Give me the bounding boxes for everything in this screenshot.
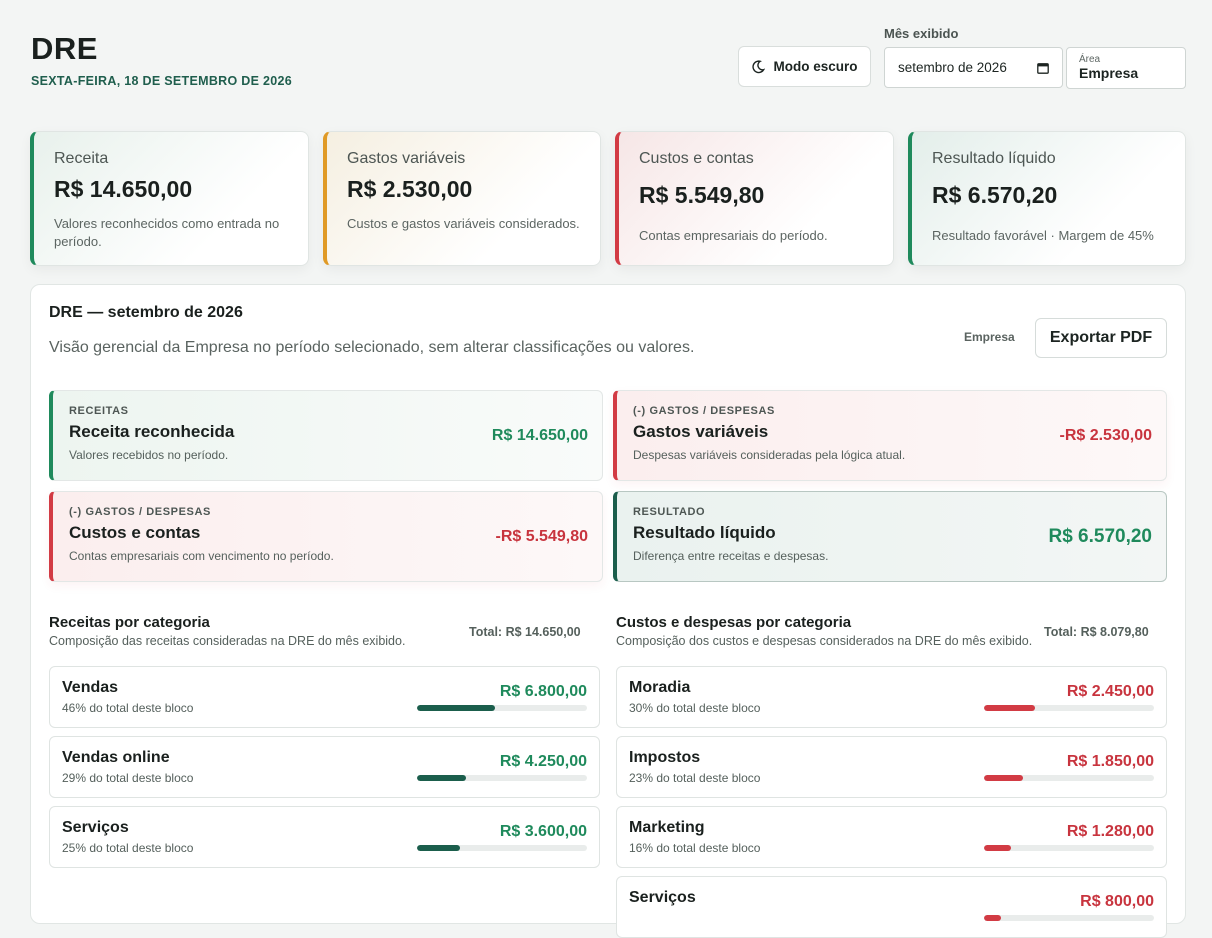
category-value: R$ 4.250,00	[499, 753, 587, 770]
month-label: Mês exibido	[884, 26, 959, 41]
category-progress	[984, 705, 1154, 711]
category-progress	[417, 775, 587, 781]
calendar-icon[interactable]	[1037, 62, 1049, 74]
moon-icon	[752, 59, 766, 73]
card-description: Resultado favorável · Margem de 45%	[932, 228, 1154, 243]
list-item: Vendas online 29% do total deste bloco R…	[49, 736, 600, 798]
card-amount: R$ 14.650,00	[54, 176, 193, 202]
category-name: Serviços	[629, 889, 696, 906]
revenue-block-total: Total: R$ 14.650,00	[469, 625, 581, 639]
area-label: Área	[1079, 54, 1101, 65]
export-pdf-button[interactable]: Exportar PDF	[1035, 318, 1167, 358]
card-description: Valores reconhecidos como entrada no per…	[54, 216, 280, 249]
dre-note: Contas empresariais com vencimento no pe…	[69, 549, 334, 563]
summary-card-net-result: Resultado líquido R$ 6.570,20 Resultado …	[908, 131, 1186, 266]
revenue-block-subtitle: Composição das receitas consideradas na …	[49, 634, 406, 648]
dre-value: R$ 6.570,20	[1048, 526, 1152, 547]
dre-note: Valores recebidos no período.	[69, 448, 229, 462]
card-name: Gastos variáveis	[347, 150, 466, 167]
area-value: Empresa	[1079, 65, 1139, 81]
summary-card-variable-costs: Gastos variáveis R$ 2.530,00 Custos e ga…	[323, 131, 601, 266]
card-name: Receita	[54, 150, 109, 167]
card-name: Custos e contas	[639, 150, 754, 167]
current-date: SEXTA-FEIRA, 18 DE SETEMBRO DE 2026	[31, 74, 293, 88]
card-amount: R$ 2.530,00	[347, 176, 473, 202]
dre-page: DRE SEXTA-FEIRA, 18 DE SETEMBRO DE 2026 …	[0, 0, 1212, 938]
revenue-block-title: Receitas por categoria	[49, 614, 210, 631]
month-input[interactable]: setembro de 2026	[884, 47, 1063, 88]
dre-line-variable-costs: (-) GASTOS / DESPESAS Gastos variáveis D…	[613, 390, 1167, 481]
panel-subtitle: Visão gerencial da Empresa no período se…	[49, 339, 695, 356]
summary-card-costs-bills: Custos e contas R$ 5.549,80 Contas empre…	[615, 131, 894, 266]
category-value: R$ 800,00	[1080, 893, 1154, 910]
list-item: Impostos 23% do total deste bloco R$ 1.8…	[616, 736, 1167, 798]
summary-card-revenue: Receita R$ 14.650,00 Valores reconhecido…	[30, 131, 309, 266]
list-item: Serviços 25% do total deste bloco R$ 3.6…	[49, 806, 600, 868]
dre-note: Despesas variáveis consideradas pela lóg…	[633, 448, 906, 462]
dre-panel: DRE — setembro de 2026 Visão gerencial d…	[30, 284, 1186, 938]
panel-area: Empresa	[964, 330, 1015, 344]
expense-block-total: Total: R$ 8.079,80	[1044, 625, 1149, 639]
category-progress	[417, 705, 587, 711]
card-description: Contas empresariais do período.	[639, 228, 828, 243]
expense-block-title: Custos e despesas por categoria	[616, 614, 852, 631]
card-amount: R$ 6.570,20	[932, 182, 1058, 208]
dre-value: R$ 14.650,00	[491, 427, 588, 444]
card-description: Custos e gastos variáveis considerados.	[347, 216, 580, 231]
panel-title: DRE — setembro de 2026	[49, 304, 243, 321]
month-value: setembro de 2026	[898, 60, 1007, 75]
dre-value: -R$ 2.530,00	[1059, 427, 1152, 444]
list-item: Marketing 16% do total deste bloco R$ 1.…	[616, 806, 1167, 868]
dre-note: Diferença entre receitas e despesas.	[633, 549, 829, 563]
category-value: R$ 2.450,00	[1066, 683, 1154, 700]
category-value: R$ 1.280,00	[1066, 823, 1154, 840]
page-title: DRE	[31, 31, 98, 66]
list-item: Serviços R$ 800,00	[616, 876, 1167, 938]
dre-line-revenue: RECEITAS Receita reconhecida Valores rec…	[49, 390, 603, 481]
category-progress	[984, 845, 1154, 851]
dre-tag: RESULTADO	[633, 506, 706, 518]
card-name: Resultado líquido	[932, 150, 1056, 167]
category-value: R$ 6.800,00	[499, 683, 587, 700]
category-progress	[984, 915, 1154, 921]
category-value: R$ 3.600,00	[499, 823, 587, 840]
dre-line-costs-bills: (-) GASTOS / DESPESAS Custos e contas Co…	[49, 491, 603, 582]
list-item: Moradia 30% do total deste bloco R$ 2.45…	[616, 666, 1167, 728]
area-select[interactable]: Área Empresa	[1066, 47, 1186, 89]
dark-mode-button[interactable]: Modo escuro	[738, 46, 871, 87]
dre-tag: (-) GASTOS / DESPESAS	[69, 506, 211, 518]
dre-line-net-result: RESULTADO Resultado líquido Diferença en…	[613, 491, 1167, 582]
dark-mode-label: Modo escuro	[773, 59, 858, 74]
dre-value: -R$ 5.549,80	[495, 528, 588, 545]
card-amount: R$ 5.549,80	[639, 182, 765, 208]
dre-tag: RECEITAS	[69, 405, 129, 417]
dre-tag: (-) GASTOS / DESPESAS	[633, 405, 775, 417]
category-value: R$ 1.850,00	[1066, 753, 1154, 770]
category-progress	[417, 845, 587, 851]
expense-block-subtitle: Composição dos custos e despesas conside…	[616, 634, 1033, 648]
category-progress	[984, 775, 1154, 781]
list-item: Vendas 46% do total deste bloco R$ 6.800…	[49, 666, 600, 728]
